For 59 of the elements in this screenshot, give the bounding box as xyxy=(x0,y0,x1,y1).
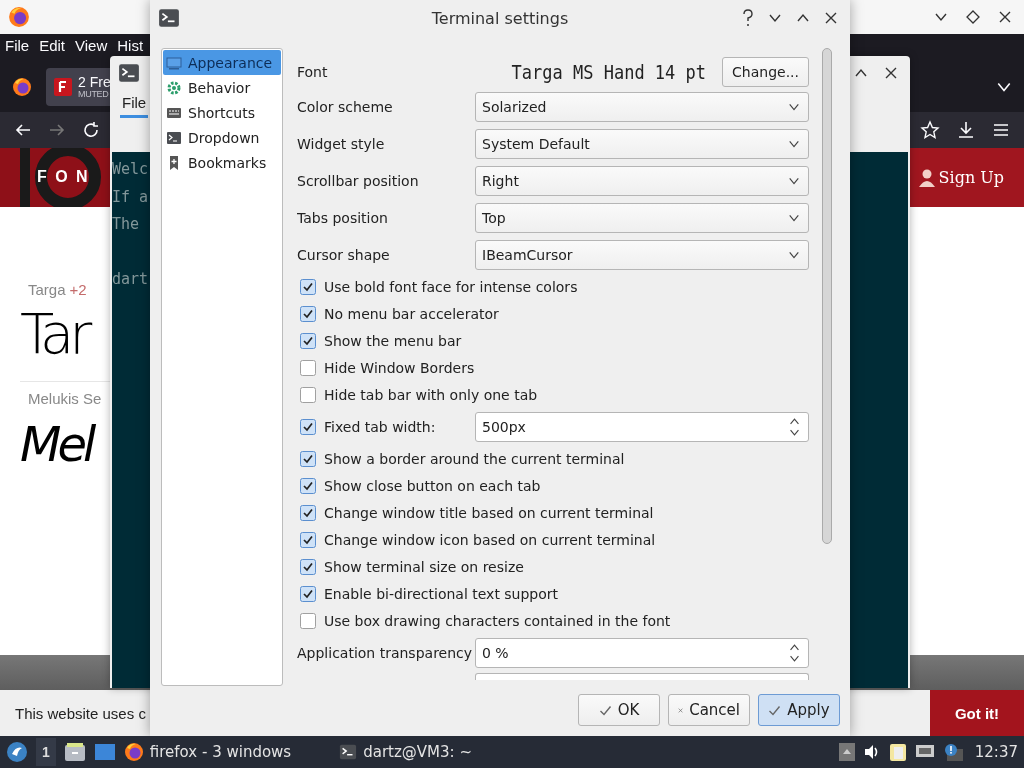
menu-item[interactable]: Edit xyxy=(39,37,66,54)
field-label: Application transparency xyxy=(297,644,474,661)
checkbox-label[interactable]: Show terminal size on resize xyxy=(324,558,524,575)
dropdown[interactable]: IBeamCursor xyxy=(475,239,809,270)
field-label: Font xyxy=(297,64,328,80)
checkbox-label[interactable]: Use bold font face for intense colors xyxy=(324,278,578,295)
field-label: Color scheme xyxy=(297,98,394,115)
spin-box[interactable]: 500px xyxy=(475,411,809,442)
dropdown[interactable]: Solarized xyxy=(475,91,809,122)
style-count: +2 xyxy=(69,281,87,298)
checkbox-label[interactable]: Show a border around the current terminal xyxy=(324,450,625,467)
change-font-button[interactable]: Change... xyxy=(722,57,809,87)
checkbox-label[interactable]: Change window title based on current terminal xyxy=(324,504,654,521)
field-label: Cursor shape xyxy=(297,246,391,263)
checkbox-label[interactable]: Hide tab bar with only one tab xyxy=(324,386,538,403)
dialog-button[interactable]: Apply xyxy=(758,694,840,726)
dropdown[interactable]: Right xyxy=(475,165,809,196)
field-label: Tabs position xyxy=(297,209,389,226)
checkbox-label[interactable]: Hide Window Borders xyxy=(324,359,475,376)
font-preview: Targa MS Hand 14 pt xyxy=(511,60,707,84)
font-name[interactable]: Targa xyxy=(28,281,66,298)
sidebar-item[interactable]: Behavior xyxy=(163,75,281,100)
font-sample: Tar xyxy=(20,300,88,368)
checkbox-label[interactable]: Enable bi-directional text support xyxy=(324,585,559,602)
site-logo[interactable]: F O N xyxy=(0,148,110,207)
checkbox-label[interactable]: Use box drawing characters contained in the font xyxy=(324,612,671,629)
menu-item[interactable]: Hist xyxy=(117,37,144,54)
sidebar-item[interactable]: Bookmarks xyxy=(163,150,281,175)
dropdown[interactable]: Top xyxy=(475,202,809,233)
taskbar-button[interactable]: dartz@VM3: ~ xyxy=(339,743,472,761)
field-label: Scrollbar position xyxy=(297,172,420,189)
font-sample: Mel xyxy=(20,414,94,474)
checkbox-label[interactable]: Show the menu bar xyxy=(324,332,462,349)
terminal-prompt: dart xyxy=(112,268,149,290)
window-title: Terminal settings xyxy=(431,8,569,28)
taskbar-button[interactable]: firefox - 3 windows xyxy=(123,742,292,762)
spin-box[interactable]: 0 % xyxy=(475,637,809,668)
checkbox-label[interactable]: No menu bar accelerator xyxy=(324,305,499,322)
font-name[interactable]: Melukis Se xyxy=(28,389,102,407)
terminal-line: The xyxy=(112,214,140,235)
clock[interactable]: 12:37 xyxy=(974,743,1018,761)
sidebar-item[interactable]: Shortcuts xyxy=(163,100,281,125)
dialog-button[interactable]: OK xyxy=(578,694,660,726)
field-label: Widget style xyxy=(297,135,386,152)
checkbox-label[interactable]: Show close button on each tab xyxy=(324,477,541,494)
menu-item[interactable]: View xyxy=(75,37,108,54)
dropdown[interactable]: System Default xyxy=(475,128,809,159)
terminal-line: Welc xyxy=(112,159,149,180)
menu-item[interactable]: File xyxy=(5,37,30,54)
accept-cookies-button[interactable]: Got it! xyxy=(930,690,1024,736)
terminal-line: If a xyxy=(112,186,149,208)
workspace-switcher[interactable]: 1 xyxy=(36,738,56,766)
dialog-button[interactable]: Cancel xyxy=(668,694,750,726)
checkbox-label[interactable]: Change window icon based on current terminal xyxy=(324,531,656,548)
sidebar-item[interactable]: Dropdown xyxy=(163,125,281,150)
checkbox-label[interactable]: Fixed tab width: xyxy=(324,418,436,435)
cookie-notice: This website uses c xyxy=(15,704,146,722)
sign-up-link[interactable]: Sign Up xyxy=(938,168,1004,187)
sidebar-item[interactable]: Appearance xyxy=(163,50,281,75)
